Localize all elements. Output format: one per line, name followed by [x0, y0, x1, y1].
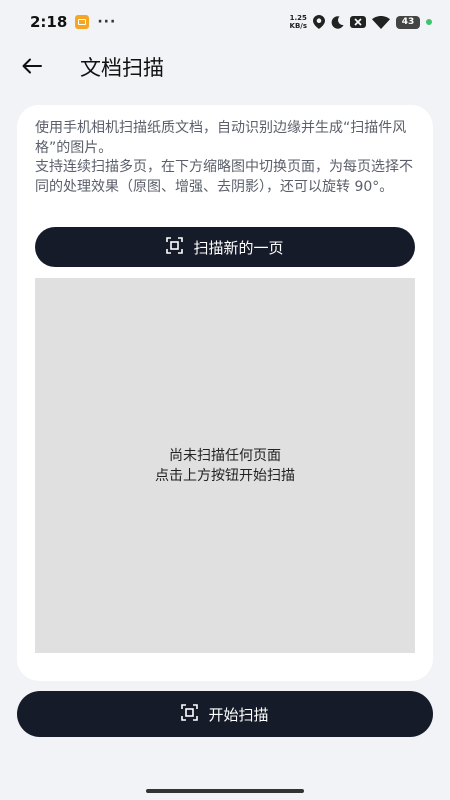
- empty-state-line-1: 尚未扫描任何页面: [169, 447, 281, 464]
- start-scan-label: 开始扫描: [208, 705, 269, 724]
- empty-state-line-2: 点击上方按钮开始扫描: [155, 467, 295, 484]
- moon-icon: [331, 15, 344, 29]
- close-box-icon: [350, 16, 366, 28]
- description: 使用手机相机扫描纸质文档，自动识别边缘并生成“扫描件风格”的图片。 支持连续扫描…: [35, 119, 419, 197]
- app-header: 文档扫描: [0, 44, 450, 92]
- net-speed: 1.25 KB/s: [290, 14, 307, 30]
- status-bar: 2:18 ··· 1.25 KB/s 43: [0, 0, 450, 44]
- more-notifications-icon: ···: [97, 14, 117, 30]
- back-button[interactable]: [18, 54, 46, 82]
- scan-preview-area: 尚未扫描任何页面 点击上方按钮开始扫描: [35, 278, 415, 653]
- description-paragraph-1: 使用手机相机扫描纸质文档，自动识别边缘并生成“扫描件风格”的图片。: [35, 120, 407, 156]
- description-paragraph-2: 支持连续扫描多页，在下方缩略图中切换页面，为每页选择不同的处理效果（原图、增强、…: [35, 159, 413, 195]
- status-right: 1.25 KB/s 43: [290, 14, 432, 30]
- scan-icon: [166, 236, 184, 258]
- back-arrow-icon: [22, 58, 42, 78]
- notification-icon: [75, 15, 90, 29]
- status-time: 2:18: [30, 13, 68, 31]
- scan-icon: [181, 703, 199, 725]
- page-title: 文档扫描: [80, 56, 164, 80]
- wifi-icon: [372, 15, 390, 29]
- scan-new-page-label: 扫描新的一页: [193, 238, 284, 257]
- net-speed-value: 1.25: [289, 14, 307, 22]
- battery-icon: 43: [396, 15, 420, 29]
- scan-card: 使用手机相机扫描纸质文档，自动识别边缘并生成“扫描件风格”的图片。 支持连续扫描…: [17, 105, 433, 681]
- start-scan-button[interactable]: 开始扫描: [17, 691, 433, 737]
- location-icon: [313, 15, 325, 29]
- status-left: 2:18 ···: [30, 13, 116, 31]
- home-indicator[interactable]: [146, 789, 304, 793]
- scan-new-page-button[interactable]: 扫描新的一页: [35, 227, 415, 267]
- net-speed-unit: KB/s: [289, 22, 307, 30]
- privacy-indicator: [426, 19, 432, 25]
